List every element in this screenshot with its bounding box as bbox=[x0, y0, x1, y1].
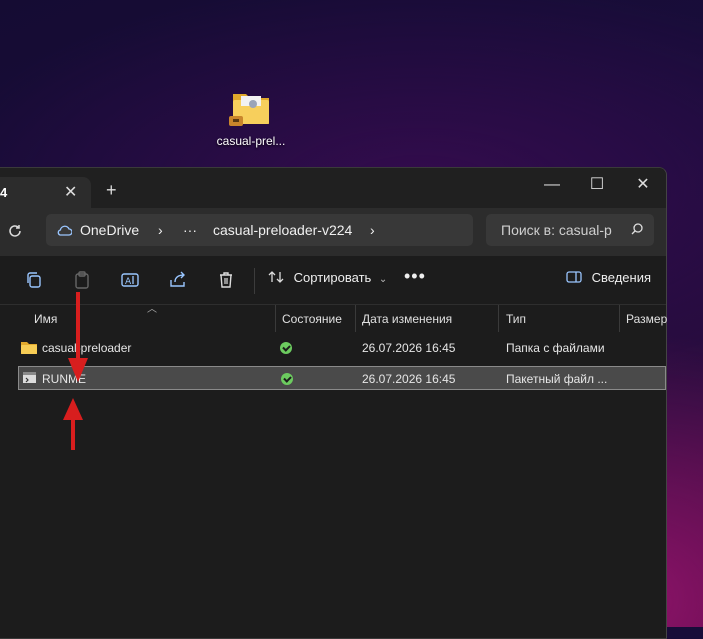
file-row[interactable]: casual-preloader 26.07.2026 16:45 Папка … bbox=[18, 336, 666, 360]
sort-button[interactable]: Сортировать ⌄ bbox=[268, 270, 387, 285]
tab-close-icon[interactable]: ✕ bbox=[64, 182, 77, 202]
command-bar: A Сортировать ⌄ ••• Сведения bbox=[0, 256, 666, 305]
rename-icon[interactable]: A bbox=[120, 270, 140, 290]
share-icon[interactable] bbox=[168, 270, 188, 290]
tab-title: 4 bbox=[0, 185, 8, 200]
svg-text:A: A bbox=[125, 277, 132, 287]
status-synced-icon bbox=[280, 342, 292, 354]
search-input[interactable]: Поиск в: casual-p bbox=[501, 222, 612, 238]
address-bar-area: OneDrive › ··· casual-preloader-v224 › П… bbox=[0, 208, 666, 256]
file-date: 26.07.2026 16:45 bbox=[362, 372, 456, 386]
sort-indicator-icon: ︿ bbox=[147, 304, 157, 315]
minimize-button[interactable]: — bbox=[541, 174, 563, 196]
tab-current[interactable]: 4 ✕ bbox=[0, 177, 91, 208]
breadcrumb-more[interactable]: ··· bbox=[183, 222, 197, 238]
maximize-button[interactable]: ☐ bbox=[586, 174, 608, 196]
sort-label: Сортировать bbox=[293, 270, 372, 285]
breadcrumb-folder[interactable]: casual-preloader-v224 bbox=[213, 222, 352, 238]
column-divider[interactable] bbox=[619, 305, 620, 332]
delete-icon[interactable] bbox=[216, 270, 236, 290]
file-explorer-window: 4 ✕ + — ☐ ✕ OneDrive › ··· casual-preloa… bbox=[0, 167, 667, 639]
column-type[interactable]: Тип bbox=[506, 312, 526, 326]
status-synced-icon bbox=[281, 373, 293, 385]
tab-bar: 4 ✕ + — ☐ ✕ bbox=[0, 168, 666, 208]
details-pane-icon bbox=[566, 271, 582, 283]
column-size[interactable]: Размер bbox=[626, 312, 667, 326]
chevron-down-icon: ⌄ bbox=[378, 274, 388, 285]
details-label: Сведения bbox=[591, 270, 652, 285]
annotation-arrow-up bbox=[63, 398, 83, 450]
more-options-button[interactable]: ••• bbox=[404, 266, 426, 287]
search-box[interactable]: Поиск в: casual-p bbox=[486, 214, 654, 246]
paste-icon[interactable] bbox=[72, 270, 92, 290]
details-pane-button[interactable]: Сведения bbox=[566, 270, 651, 285]
copy-icon[interactable] bbox=[24, 270, 44, 290]
folder-icon bbox=[21, 342, 37, 354]
breadcrumb-chevron-icon[interactable]: › bbox=[370, 222, 375, 238]
sort-icon bbox=[268, 271, 284, 283]
address-bar[interactable]: OneDrive › ··· casual-preloader-v224 › bbox=[46, 214, 473, 246]
column-date[interactable]: Дата изменения bbox=[362, 312, 452, 326]
new-tab-button[interactable]: + bbox=[106, 180, 117, 201]
column-divider[interactable] bbox=[355, 305, 356, 332]
file-type: Папка с файлами bbox=[506, 341, 605, 355]
breadcrumb-onedrive[interactable]: OneDrive bbox=[80, 222, 139, 238]
file-date: 26.07.2026 16:45 bbox=[362, 341, 456, 355]
refresh-icon[interactable] bbox=[6, 222, 24, 240]
breadcrumb-chevron-icon[interactable]: › bbox=[158, 222, 163, 238]
folder-shortcut-icon bbox=[227, 84, 275, 132]
search-icon bbox=[631, 223, 643, 235]
file-type: Пакетный файл ... bbox=[506, 372, 608, 386]
column-divider[interactable] bbox=[275, 305, 276, 332]
desktop-icon-label: casual-prel... bbox=[216, 134, 286, 148]
onedrive-cloud-icon bbox=[57, 225, 72, 236]
close-window-button[interactable]: ✕ bbox=[632, 174, 654, 196]
column-header-row: ︿ Имя Состояние Дата изменения Тип Разме… bbox=[0, 304, 667, 333]
batch-file-icon bbox=[23, 372, 36, 383]
column-divider[interactable] bbox=[498, 305, 499, 332]
column-status[interactable]: Состояние bbox=[282, 312, 342, 326]
file-row-selected[interactable]: RUNME 26.07.2026 16:45 Пакетный файл ... bbox=[18, 366, 666, 390]
annotation-arrow-down bbox=[68, 292, 88, 382]
desktop-folder-shortcut[interactable]: casual-prel... bbox=[206, 84, 296, 148]
toolbar-divider bbox=[254, 268, 255, 294]
column-name[interactable]: Имя bbox=[34, 312, 57, 326]
